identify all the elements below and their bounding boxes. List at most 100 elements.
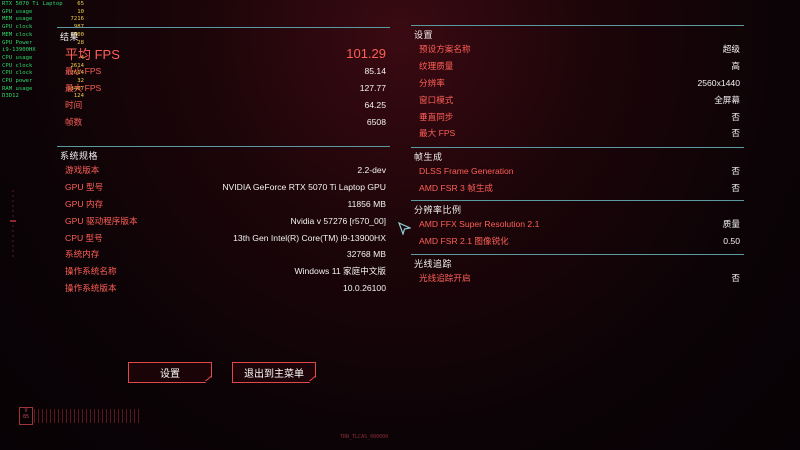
osd-value: 7216 [70, 16, 84, 23]
result-label: 最大 FPS [65, 83, 102, 94]
result-value: 85.14 [364, 66, 386, 77]
setting-label: 纹理质量 [419, 61, 454, 72]
resolution-scale-value: 0.50 [723, 236, 740, 247]
settings-panel: 设置 预设方案名称 超级 纹理质量高分辨率 2560x1440 窗口模式 全屏幕 垂直同步否… [411, 25, 744, 142]
osd-label: MEM clock [2, 31, 33, 38]
osd-label: CPU clock [2, 70, 33, 77]
resolution-scale-label: AMD FSR 2.1 图像锐化 [419, 236, 509, 247]
system-spec-label: GPU 内存 [65, 198, 104, 209]
ray-tracing-row: 光线追踪开启 否 [411, 270, 744, 287]
result-row: 帧数 6508 [57, 113, 390, 130]
result-value: 64.25 [364, 99, 386, 110]
version-badge: V 85 [19, 407, 33, 425]
system-spec-value: 10.0.26100 [342, 282, 386, 293]
result-row: 时间 64.25 [57, 97, 390, 114]
system-spec-value: NVIDIA GeForce RTX 5070 Ti Laptop GPU [222, 182, 386, 193]
osd-label: i9-13900HX [2, 47, 36, 54]
result-value: 6508 [366, 116, 386, 127]
result-row: 最大 FPS 127.77 [57, 80, 390, 97]
footer-code: TRN_TLCAS_000000 [340, 434, 389, 440]
frame-gen-row: DLSS Frame Generation 否 [411, 163, 744, 180]
osd-label: CPU power [2, 78, 33, 85]
avg-fps-value: 101.29 [346, 45, 386, 61]
setting-label: 窗口模式 [419, 94, 454, 105]
system-spec-row: 操作系统版本 10.0.26100 [57, 280, 390, 297]
osd-label: MEM usage [2, 16, 33, 23]
osd-label: RAM usage [2, 85, 33, 92]
setting-row: 纹理质量 高 [411, 58, 744, 75]
osd-row: RTX 5070 Ti Laptop 65 [2, 1, 84, 9]
barcode-decoration [34, 409, 139, 423]
results-panel: 结果 平均 FPS 101.29 最小 FPS 85.14 最大 FPS 127.77… [57, 27, 390, 130]
ray-tracing-heading: 光线追踪 [411, 254, 744, 270]
system-spec-label: CPU 型号 [65, 232, 103, 243]
system-spec-label: GPU 驱动程序版本 [65, 215, 138, 226]
setting-row: 分辨率 2560x1440 [411, 75, 744, 92]
resolution-scale-row: AMD FFX Super Resolution 2.1 质量 [411, 216, 744, 233]
system-spec-row: 游戏版本 2.2-dev [57, 162, 390, 179]
setting-value: 否 [731, 128, 740, 139]
system-spec-label: 操作系统名称 [65, 266, 117, 277]
setting-row: 预设方案名称 超级 [411, 41, 744, 58]
system-spec-row: GPU 型号 NVIDIA GeForce RTX 5070 Ti Laptop … [57, 179, 390, 196]
system-spec-row: CPU 型号 13th Gen Intel(R) Core(TM) i9-1390… [57, 229, 390, 246]
setting-value: 超级 [722, 44, 740, 55]
setting-label: 分辨率 [419, 77, 445, 88]
result-label: 时间 [65, 99, 83, 110]
setting-value: 2560x1440 [697, 77, 740, 88]
frame-gen-label: AMD FSR 3 帧生成 [419, 183, 494, 194]
osd-row: MEM usage 7216 [2, 16, 84, 24]
system-spec-row: GPU 内存 11856 MB [57, 196, 390, 213]
results-heading: 结果 [57, 27, 390, 43]
result-label: 最小 FPS [65, 66, 102, 77]
system-spec-value: 32768 MB [346, 249, 386, 260]
avg-fps-label: 平均 FPS [65, 46, 120, 62]
exit-button-label: 退出到主菜单 [244, 369, 304, 380]
setting-value: 高 [731, 61, 740, 72]
setting-label: 垂直同步 [419, 111, 454, 122]
settings-button-label: 设置 [160, 369, 180, 380]
frame-gen-row: AMD FSR 3 帧生成 否 [411, 180, 744, 197]
osd-label: D3D12 [2, 93, 19, 100]
system-spec-label: GPU 型号 [65, 182, 104, 193]
osd-label: GPU clock [2, 24, 33, 31]
osd-label: GPU Power [2, 39, 33, 46]
osd-value: 10 [77, 8, 84, 15]
settings-button[interactable]: 设置 [128, 362, 212, 383]
ray-tracing-panel: 光线追踪 光线追踪开启 否 [411, 254, 744, 287]
system-specs-heading: 系统规格 [57, 146, 390, 162]
result-value: 127.77 [359, 83, 386, 94]
frame-generation-heading: 帧生成 [411, 147, 744, 163]
frame-gen-value: 否 [731, 166, 740, 177]
setting-row: 最大 FPS 否 [411, 125, 744, 142]
resolution-scale-value: 质量 [722, 219, 740, 230]
system-spec-value: Nvidia v 57276 [r570_00] [290, 215, 386, 226]
osd-label: CPU clock [2, 62, 33, 69]
osd-label: GPU usage [2, 8, 33, 15]
avg-fps-row: 平均 FPS 101.29 [57, 43, 390, 63]
system-spec-row: 操作系统名称 Windows 11 家庭中文版 [57, 263, 390, 280]
setting-value: 否 [731, 111, 740, 122]
osd-label: CPU usage [2, 54, 33, 61]
setting-row: 窗口模式 全屏幕 [411, 91, 744, 108]
system-spec-value: 2.2-dev [357, 165, 386, 176]
frame-gen-label: DLSS Frame Generation [419, 166, 514, 177]
setting-row: 垂直同步 否 [411, 108, 744, 125]
system-spec-value: Windows 11 家庭中文版 [294, 266, 386, 277]
mouse-cursor-icon [398, 222, 411, 235]
resolution-scale-row: AMD FSR 2.1 图像锐化 0.50 [411, 233, 744, 250]
exit-to-main-menu-button[interactable]: 退出到主菜单 [232, 362, 316, 383]
system-spec-row: 系统内存 32768 MB [57, 246, 390, 263]
system-spec-value: 11856 MB [347, 198, 386, 209]
setting-label: 最大 FPS [419, 128, 456, 139]
frame-gen-value: 否 [731, 183, 740, 194]
osd-row: GPU usage 10 [2, 9, 84, 17]
system-specs-panel: 系统规格 游戏版本 2.2-dev GPU 型号 NVIDIA GeForce RTX… [57, 146, 390, 296]
resolution-scale-label: AMD FFX Super Resolution 2.1 [419, 219, 540, 230]
osd-value: 65 [77, 1, 84, 7]
system-spec-label: 操作系统版本 [65, 282, 117, 293]
ray-tracing-label: 光线追踪开启 [419, 273, 471, 284]
system-spec-value: 13th Gen Intel(R) Core(TM) i9-13900HX [233, 232, 386, 243]
resolution-scale-panel: 分辨率比例 AMD FFX Super Resolution 2.1 质量 AMD … [411, 200, 744, 250]
system-spec-row: GPU 驱动程序版本 Nvidia v 57276 [r570_00] [57, 212, 390, 229]
